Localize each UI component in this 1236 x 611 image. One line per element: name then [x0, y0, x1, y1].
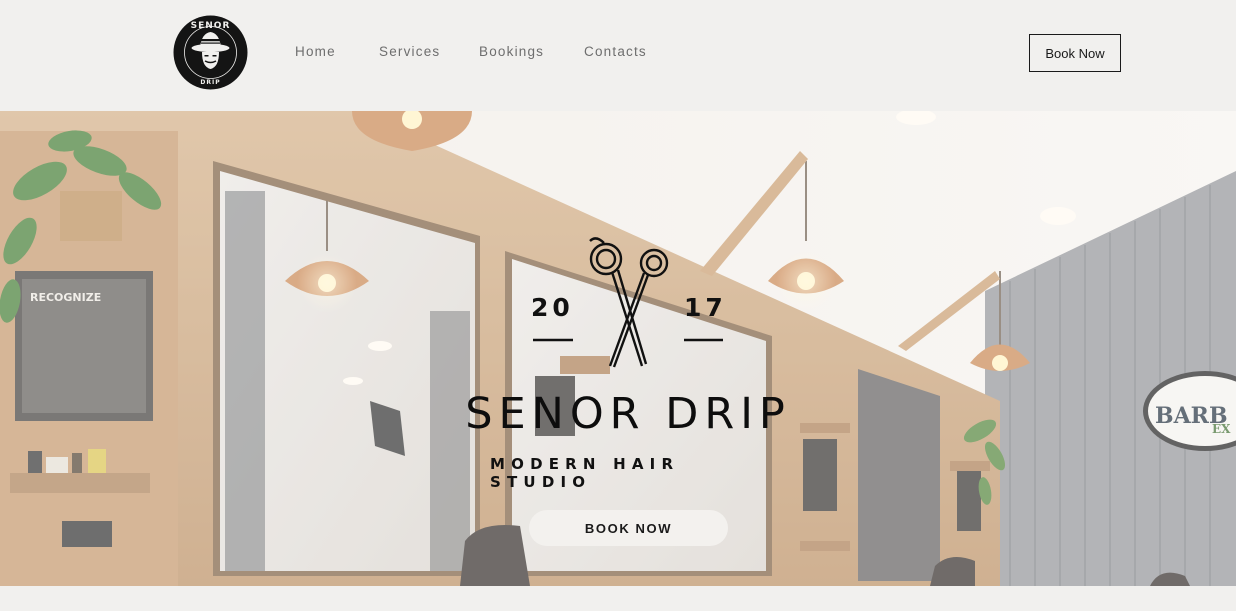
nav-bookings[interactable]: Bookings	[479, 44, 584, 59]
book-now-header-button[interactable]: Book Now	[1029, 34, 1121, 72]
site-header: SENOR DRIP Home Services Bookings Contac…	[0, 0, 1236, 111]
main-nav: Home Services Bookings Contacts	[295, 44, 647, 59]
hero-title: SENOR DRIP	[465, 389, 791, 439]
logo-text-bottom: DRIP	[200, 79, 220, 86]
year-right: 17	[684, 293, 727, 322]
year-left: 20	[531, 293, 574, 322]
nav-services[interactable]: Services	[379, 44, 479, 59]
nav-home[interactable]: Home	[295, 44, 379, 59]
hero-subtitle: MODERN HAIR STUDIO	[490, 455, 680, 491]
nav-contacts[interactable]: Contacts	[584, 44, 647, 59]
logo-text-top: SENOR	[191, 21, 231, 31]
senor-drip-logo[interactable]: SENOR DRIP	[173, 15, 248, 90]
scissors-icon	[589, 237, 669, 368]
next-section-strip	[0, 586, 1236, 611]
book-now-hero-button[interactable]: BOOK NOW	[529, 510, 728, 546]
hero-section: RECOGNIZE BARB EX 20 17 SENOR DRIP MODER…	[0, 111, 1236, 586]
